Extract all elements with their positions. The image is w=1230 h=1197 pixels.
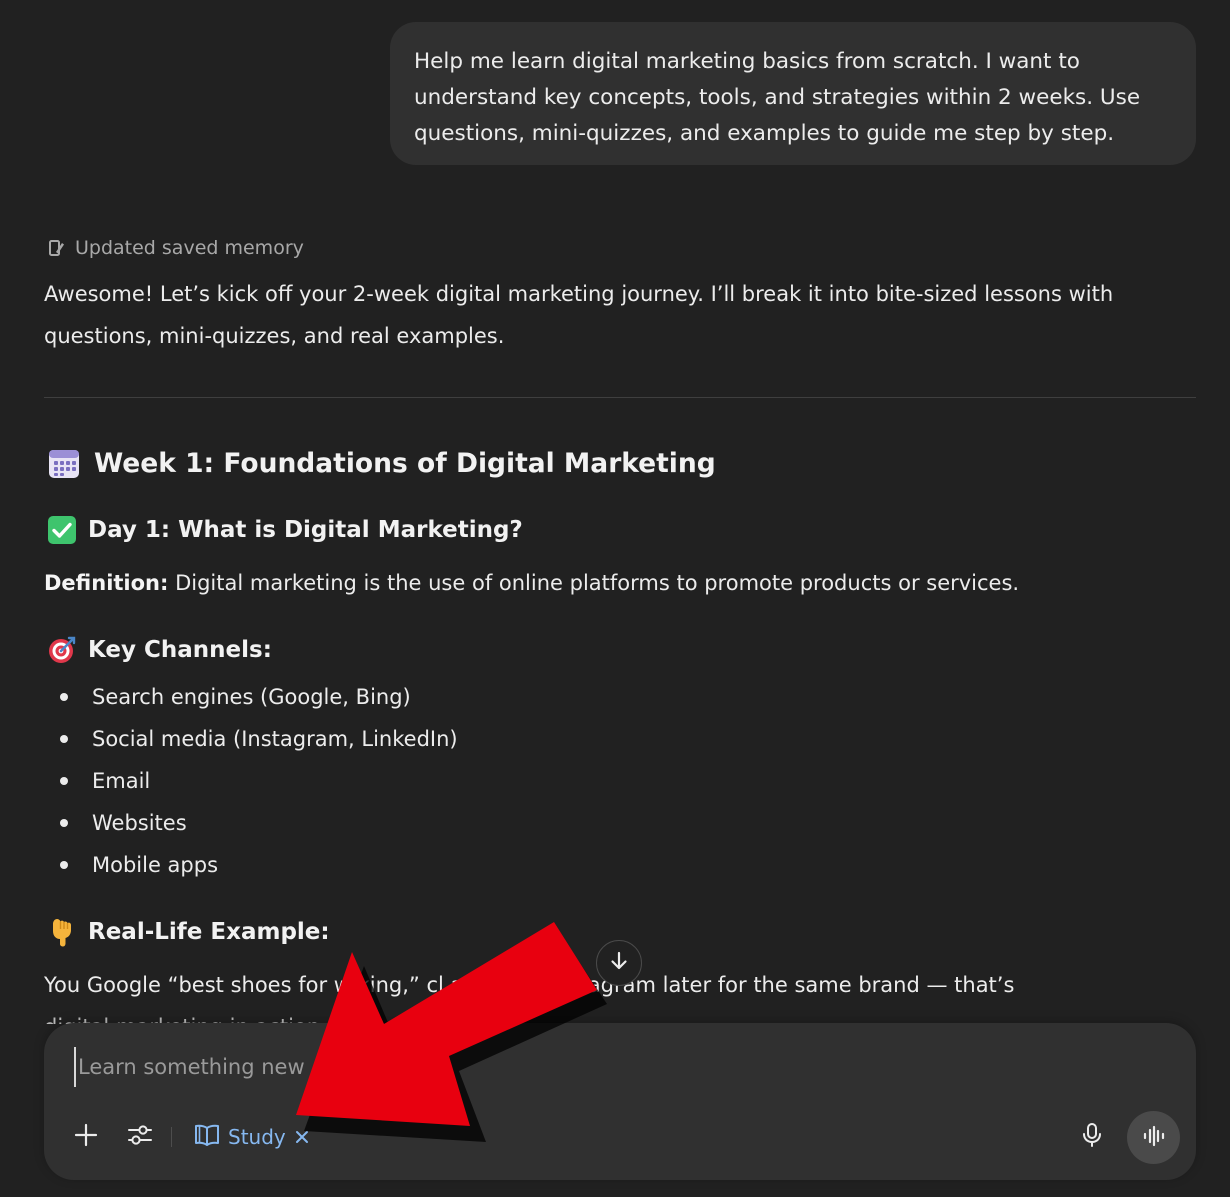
list-item: Websites bbox=[44, 802, 458, 844]
week-heading: Week 1: Foundations of Digital Marketing bbox=[48, 440, 716, 486]
open-book-icon bbox=[194, 1123, 220, 1152]
backhand-pointing-down-icon bbox=[48, 917, 76, 947]
scroll-to-bottom-button[interactable] bbox=[596, 940, 642, 986]
example-text-continued: digital marketing in action. bbox=[44, 1006, 327, 1024]
assistant-intro: Awesome! Let’s kick off your 2-week digi… bbox=[44, 282, 1114, 348]
voice-waveform-icon bbox=[1142, 1125, 1166, 1151]
message-composer: Study bbox=[44, 1023, 1196, 1180]
list-item: Social media (Instagram, LinkedIn) bbox=[44, 718, 458, 760]
message-input[interactable] bbox=[74, 1047, 978, 1087]
voice-mode-button[interactable] bbox=[1127, 1111, 1180, 1164]
attach-button[interactable] bbox=[68, 1119, 104, 1155]
arrow-down-icon bbox=[608, 950, 630, 976]
tools-button[interactable] bbox=[122, 1119, 158, 1155]
plus-icon bbox=[74, 1123, 98, 1151]
channels-heading-text: Key Channels: bbox=[88, 637, 272, 663]
channels-list: Search engines (Google, Bing) Social med… bbox=[44, 676, 458, 886]
chat-page: Help me learn digital marketing basics f… bbox=[0, 0, 1230, 1197]
toolbar-separator bbox=[171, 1127, 172, 1147]
day-heading-text: Day 1: What is Digital Marketing? bbox=[88, 517, 523, 543]
definition-paragraph: Definition: Digital marketing is the use… bbox=[44, 562, 1019, 604]
memory-pencil-icon bbox=[48, 239, 66, 257]
list-item: Search engines (Google, Bing) bbox=[44, 676, 458, 718]
list-item: Mobile apps bbox=[44, 844, 458, 886]
study-mode-label: Study bbox=[228, 1125, 286, 1149]
calendar-icon bbox=[48, 447, 80, 479]
study-mode-chip[interactable]: Study bbox=[194, 1119, 310, 1155]
dictate-button[interactable] bbox=[1074, 1119, 1110, 1155]
memory-updated-note[interactable]: Updated saved memory bbox=[48, 233, 304, 263]
example-heading-text: Real-Life Example: bbox=[88, 919, 330, 945]
week-heading-text: Week 1: Foundations of Digital Marketing bbox=[94, 447, 716, 479]
close-icon[interactable] bbox=[294, 1129, 310, 1145]
section-divider bbox=[44, 397, 1196, 398]
check-mark-button-icon bbox=[48, 516, 76, 544]
user-message-text: Help me learn digital marketing basics f… bbox=[414, 49, 1141, 146]
example-heading: Real-Life Example: bbox=[48, 912, 330, 952]
list-item: Email bbox=[44, 760, 458, 802]
user-message-bubble: Help me learn digital marketing basics f… bbox=[390, 22, 1196, 165]
memory-note-label: Updated saved memory bbox=[75, 237, 304, 259]
day-heading: Day 1: What is Digital Marketing? bbox=[48, 510, 523, 550]
direct-hit-target-icon bbox=[48, 636, 76, 664]
sliders-icon bbox=[127, 1123, 153, 1151]
definition-label: Definition: bbox=[44, 571, 169, 595]
microphone-icon bbox=[1081, 1122, 1103, 1152]
definition-text: Digital marketing is the use of online p… bbox=[168, 571, 1020, 595]
channels-heading: Key Channels: bbox=[48, 630, 272, 670]
